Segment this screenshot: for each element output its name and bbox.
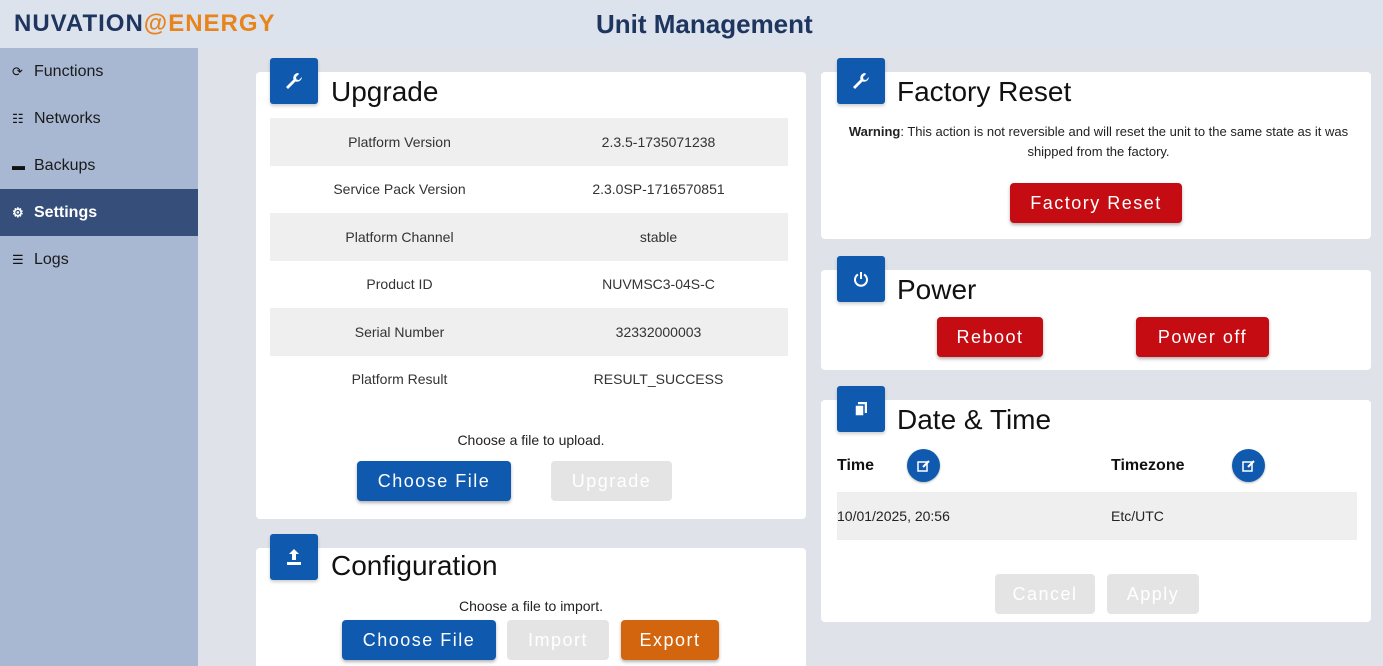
choose-file-button[interactable]: Choose File: [342, 620, 496, 660]
date-time-row: 10/01/2025, 20:56 Etc/UTC: [837, 492, 1357, 540]
sidebar-item-label: Networks: [34, 109, 101, 127]
row-key: Platform Result: [351, 371, 448, 388]
edit-timezone-button[interactable]: [1232, 449, 1265, 482]
configuration-card: Configuration Choose a file to import. C…: [256, 534, 806, 666]
factory-reset-card: Factory Reset Warning: This action is no…: [821, 58, 1371, 239]
sidebar-item-label: Backups: [34, 156, 96, 174]
brand-logo: NUVATION@ENERGY: [14, 10, 276, 38]
sidebar-item-label: Logs: [34, 250, 69, 268]
table-row: Platform Version 2.3.5-1735071238: [270, 118, 788, 166]
table-row: Platform Channel stable: [270, 213, 788, 261]
date-time-title: Date & Time: [897, 404, 1052, 435]
row-value: 2.3.5-1735071238: [601, 133, 716, 150]
wrench-icon: [270, 58, 318, 104]
row-key: Service Pack Version: [333, 181, 466, 198]
table-row: Service Pack Version 2.3.0SP-1716570851: [270, 166, 788, 214]
warning-label: Warning: [848, 124, 901, 139]
reboot-button[interactable]: Reboot: [937, 317, 1043, 357]
sidebar-item-label: Settings: [34, 203, 98, 221]
page-title: Unit Management: [596, 9, 813, 39]
choose-file-button[interactable]: Choose File: [357, 461, 511, 501]
row-value: stable: [639, 228, 678, 245]
export-button[interactable]: Export: [621, 620, 719, 660]
row-value: NUVMSC3-04S-C: [602, 276, 715, 293]
list-icon: ☰: [12, 251, 24, 267]
sidebar: ⟳ Functions ☷ Networks ▬ Backups ⚙ Setti…: [0, 48, 198, 666]
date-time-card: Date & Time Time Timezone 10/01/2025, 20…: [821, 386, 1371, 622]
wrench-icon: [837, 58, 885, 104]
drive-icon: ▬: [12, 158, 25, 173]
table-row: Serial Number 32332000003: [270, 308, 788, 356]
factory-reset-warning: Warning: This action is not reversible a…: [841, 122, 1356, 162]
refresh-icon: ⟳: [12, 63, 23, 79]
gear-icon: ⚙: [12, 204, 24, 220]
row-key: Product ID: [366, 276, 433, 293]
brand-part2: ENERGY: [168, 10, 276, 37]
edit-time-button[interactable]: [907, 449, 940, 482]
table-row: Product ID NUVMSC3-04S-C: [270, 261, 788, 309]
timezone-value: Etc/UTC: [1111, 508, 1164, 524]
time-label: Time: [837, 457, 875, 474]
upload-icon: [270, 534, 318, 580]
upload-hint: Choose a file to upload.: [457, 432, 605, 448]
sidebar-item-networks[interactable]: ☷ Networks: [0, 95, 198, 142]
timezone-label: Timezone: [1111, 457, 1185, 474]
upgrade-button[interactable]: Upgrade: [551, 461, 672, 501]
cancel-button[interactable]: Cancel: [995, 574, 1095, 614]
power-title: Power: [897, 274, 977, 305]
configuration-title: Configuration: [331, 550, 498, 581]
brand-part1: NUVATION: [14, 10, 144, 37]
power-icon: [837, 256, 885, 302]
upgrade-info-table: Platform Version 2.3.5-1735071238 Service…: [270, 118, 788, 403]
row-key: Serial Number: [354, 323, 445, 340]
import-hint: Choose a file to import.: [459, 598, 603, 614]
time-value: 10/01/2025, 20:56: [837, 508, 950, 524]
import-button[interactable]: Import: [507, 620, 609, 660]
brand-symbol: @: [143, 10, 169, 37]
upgrade-title: Upgrade: [331, 76, 439, 107]
upgrade-card: Upgrade Platform Version 2.3.5-1735071238…: [256, 58, 806, 519]
table-row: Platform Result RESULT_SUCCESS: [270, 356, 788, 404]
sidebar-item-settings[interactable]: ⚙ Settings: [0, 189, 198, 236]
sidebar-item-label: Functions: [34, 62, 104, 80]
top-bar: NUVATION@ENERGY Unit Management: [0, 0, 1383, 48]
sidebar-item-backups[interactable]: ▬ Backups: [0, 142, 198, 189]
power-off-button[interactable]: Power off: [1136, 317, 1269, 357]
warning-text: : This action is not reversible and will…: [900, 124, 1349, 159]
row-value: 32332000003: [615, 323, 702, 340]
row-value: RESULT_SUCCESS: [593, 371, 724, 388]
power-card: Power Reboot Power off: [821, 256, 1371, 370]
factory-reset-button[interactable]: Factory Reset: [1010, 183, 1182, 223]
network-icon: ☷: [12, 110, 24, 126]
factory-reset-title: Factory Reset: [897, 76, 1072, 107]
row-value: 2.3.0SP-1716570851: [592, 181, 725, 198]
sidebar-item-functions[interactable]: ⟳ Functions: [0, 48, 198, 95]
copy-icon: [837, 386, 885, 432]
row-key: Platform Version: [348, 133, 451, 150]
apply-button[interactable]: Apply: [1107, 574, 1199, 614]
row-key: Platform Channel: [345, 228, 454, 245]
sidebar-item-logs[interactable]: ☰ Logs: [0, 236, 198, 283]
